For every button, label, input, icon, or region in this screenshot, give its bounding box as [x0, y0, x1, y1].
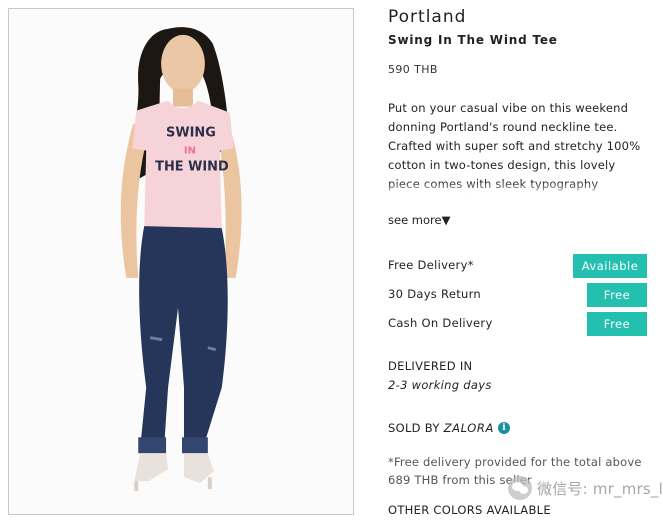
tee-print-line3: THE WIND [155, 159, 229, 174]
brand-name[interactable]: Portland [388, 7, 466, 27]
product-description: Put on your casual vibe on this weekend … [388, 99, 650, 199]
model-illustration: SWING IN THE WIND [9, 9, 353, 514]
seller-name[interactable]: ZALORA [444, 421, 494, 435]
watermark-text: 微信号: mr_mrs_li [537, 480, 663, 498]
service-badge: Available [573, 254, 647, 278]
service-label: 30 Days Return [388, 287, 482, 301]
service-label: Cash On Delivery [388, 316, 493, 330]
service-badge: Free [587, 312, 647, 336]
description-fade [388, 181, 650, 199]
product-price: 590 THB [388, 63, 438, 76]
service-row-returns: 30 Days Return Free [388, 283, 650, 307]
service-row-free-delivery: Free Delivery* Available [388, 254, 650, 278]
product-title: Swing In The Wind Tee [388, 33, 558, 47]
watermark: 微信号: mr_mrs_li [508, 474, 663, 504]
delivered-in-value: 2-3 working days [388, 378, 492, 392]
tee-print-line1: SWING [166, 125, 216, 140]
wechat-icon [508, 476, 532, 500]
see-more-link[interactable]: see more▼ [388, 213, 450, 227]
service-label: Free Delivery* [388, 258, 474, 272]
sold-by-prefix: SOLD BY [388, 421, 440, 435]
sold-by: SOLD BY ZALORA [388, 421, 494, 435]
service-row-cod: Cash On Delivery Free [388, 312, 650, 336]
service-badge: Free [587, 283, 647, 307]
tee-print-line2: IN [184, 145, 196, 156]
delivered-in-heading: DELIVERED IN [388, 359, 473, 373]
info-icon[interactable]: i [498, 422, 510, 434]
other-colors-heading: OTHER COLORS AVAILABLE [388, 503, 551, 517]
product-image[interactable]: SWING IN THE WIND [8, 8, 354, 515]
